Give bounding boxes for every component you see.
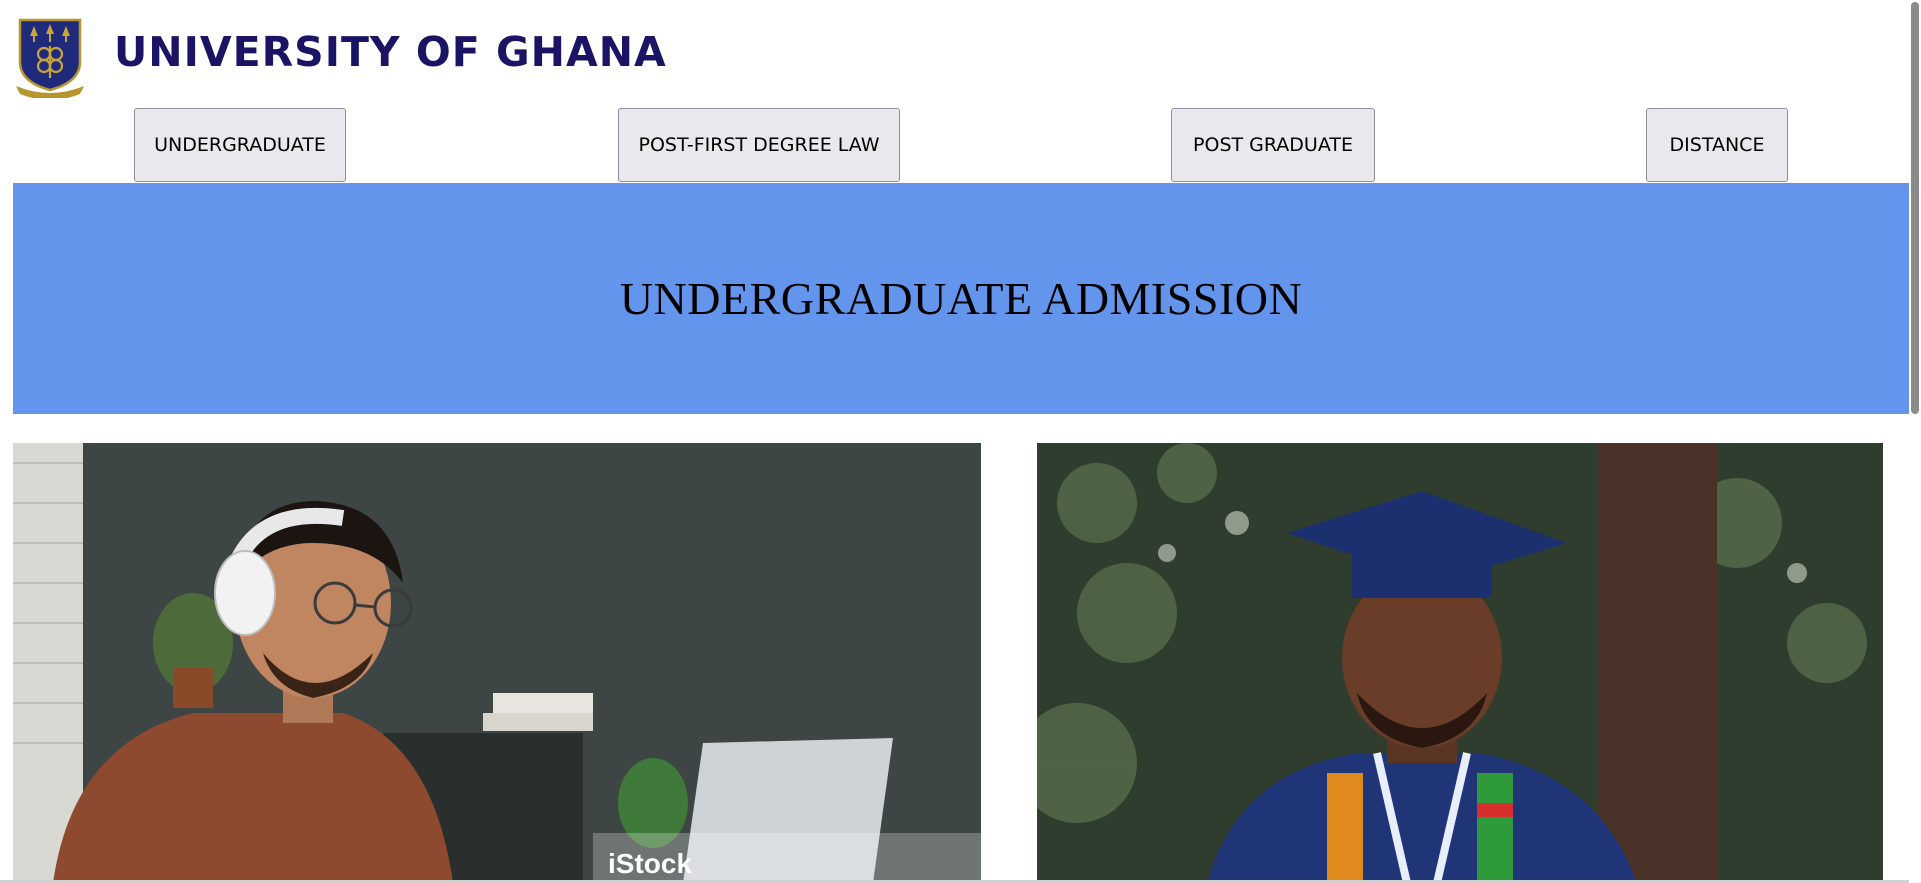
distance-button[interactable]: DISTANCE: [1646, 108, 1788, 182]
scrollbar-thumb[interactable]: [1911, 2, 1919, 414]
post-graduate-button[interactable]: POST GRADUATE: [1171, 108, 1375, 182]
undergraduate-button[interactable]: UNDERGRADUATE: [134, 108, 346, 182]
university-crest-icon[interactable]: [14, 16, 86, 100]
vertical-scrollbar[interactable]: [1909, 0, 1921, 883]
page: UNIVERSITY OF GHANA UNDERGRADUATE POST-F…: [0, 0, 1921, 883]
student-laptop-photo: iStock: [13, 443, 981, 883]
graduate-photo: [1037, 443, 1883, 883]
post-first-degree-law-button[interactable]: POST-FIRST DEGREE LAW: [618, 108, 900, 182]
admission-banner: UNDERGRADUATE ADMISSION: [13, 183, 1909, 414]
page-title: UNDERGRADUATE ADMISSION: [619, 273, 1303, 324]
istock-watermark: iStock: [608, 848, 692, 879]
university-name: UNIVERSITY OF GHANA: [114, 28, 667, 76]
